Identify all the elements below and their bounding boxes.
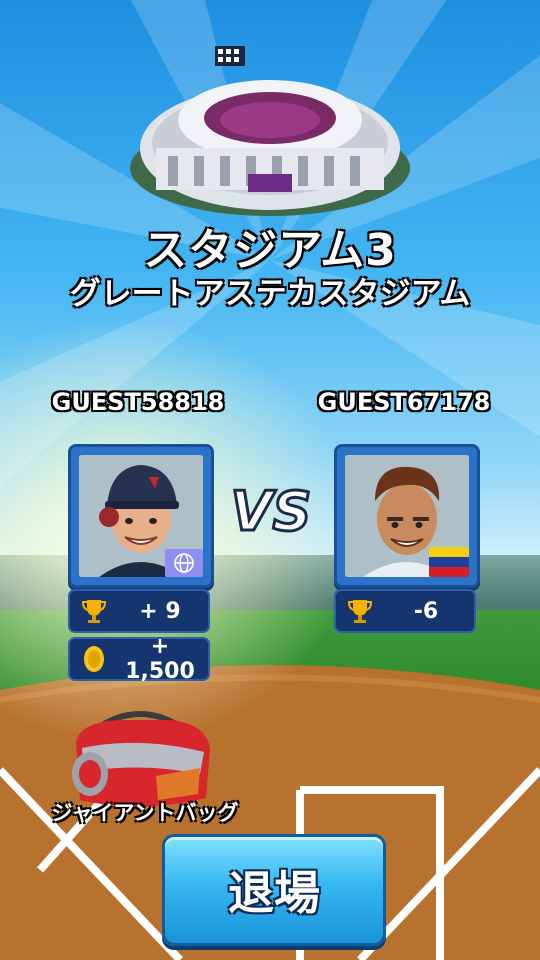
player1-trophy-value: + 9 — [139, 598, 181, 624]
exit-button-label: 退場 — [228, 866, 320, 920]
stadium-subtitle: グレートアステカスタジアム — [69, 276, 471, 312]
player2-trophy-stat: -6 — [334, 589, 476, 633]
trophy-icon — [81, 600, 107, 623]
player1-coin-stat: + 1,500 — [68, 634, 210, 684]
venezuela-flag-icon — [429, 547, 469, 577]
player1-card[interactable] — [68, 444, 214, 588]
vs-label: VS — [229, 479, 313, 543]
player2-name: GUEST67178 — [317, 388, 491, 416]
trophy-icon — [347, 600, 373, 623]
coin-icon — [84, 646, 104, 672]
reward-label: ジャイアントバッグ — [51, 801, 239, 825]
player2-trophy-value: -6 — [413, 598, 439, 624]
player2-card[interactable] — [334, 444, 480, 588]
player1-trophy-stat: + 9 — [68, 589, 210, 633]
svg-text:VS: VS — [231, 480, 312, 542]
globe-flag-icon — [165, 549, 203, 577]
player1-name: GUEST58818 — [51, 388, 225, 416]
exit-button[interactable]: 退場 — [162, 834, 386, 946]
player1-coin-value: + 1,500 — [125, 634, 195, 684]
stadium-image — [130, 46, 410, 216]
game-screen: スタジアム3 グレートアステカスタジアム GUEST58818 GUEST671… — [0, 0, 540, 960]
